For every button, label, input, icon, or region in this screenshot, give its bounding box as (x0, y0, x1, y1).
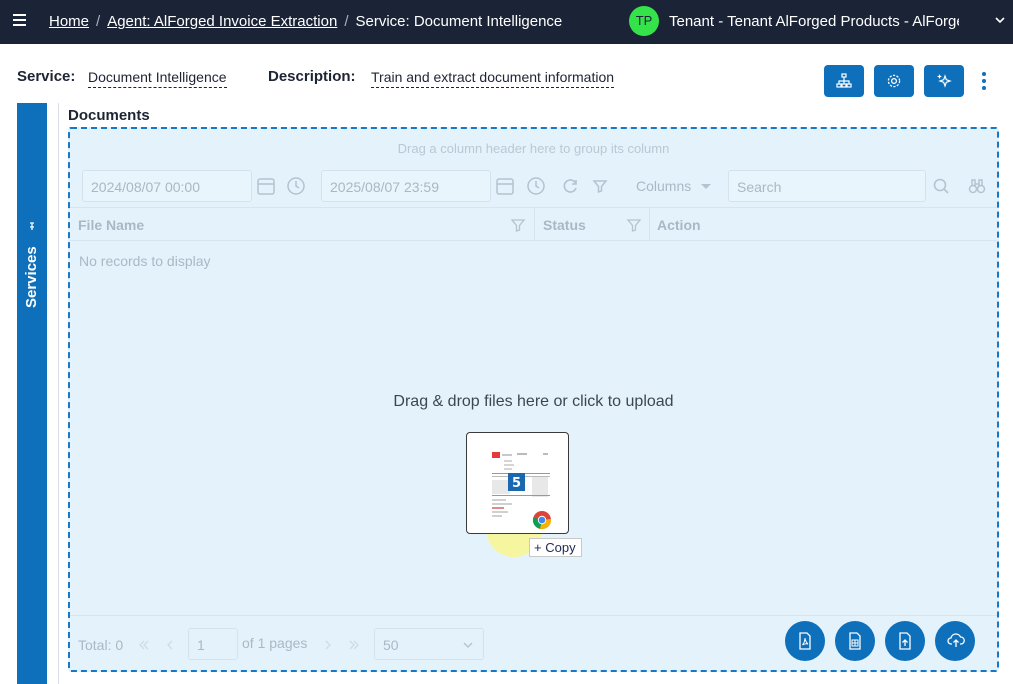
filter-icon[interactable] (510, 217, 526, 233)
clock-icon[interactable] (285, 175, 307, 197)
grid-header: File Name Status Action (70, 207, 997, 241)
columns-dropdown[interactable]: Columns (636, 178, 691, 194)
calendar-icon[interactable] (255, 175, 277, 197)
breadcrumb-agent[interactable]: Agent: AlForged Invoice Extraction (107, 13, 337, 30)
tenant-selector[interactable]: Tenant - Tenant AlForged Products - AlFo… (669, 13, 959, 30)
top-bar: Home / Agent: AlForged Invoice Extraction /… (0, 0, 1013, 44)
services-label: Services (23, 246, 40, 308)
breadcrumb-current: Service: Document Intelligence (355, 13, 563, 30)
pdf-file-icon (799, 632, 811, 650)
more-options-icon[interactable] (981, 72, 987, 92)
export-pdf-button[interactable] (785, 621, 825, 661)
avatar[interactable]: TP (629, 6, 659, 36)
page-count: of 1 pages (242, 635, 308, 651)
date-from-input[interactable]: 2024/08/07 00:00 (82, 170, 252, 202)
service-label: Service: (17, 68, 76, 85)
empty-state-text: No records to display (79, 253, 211, 269)
description-label: Description: (268, 68, 356, 85)
column-header-status[interactable]: Status (543, 217, 586, 233)
column-header-file-name[interactable]: File Name (78, 217, 144, 233)
breadcrumb: Home / Agent: AlForged Invoice Extraction /… (49, 13, 563, 30)
first-page-icon[interactable] (136, 637, 152, 653)
export-excel-button[interactable] (835, 621, 875, 661)
group-panel-hint: Drag a column header here to group its c… (397, 141, 670, 156)
pin-icon[interactable] (27, 221, 37, 231)
hierarchy-button[interactable] (824, 65, 864, 97)
services-side-panel[interactable]: Services (17, 103, 47, 684)
plus-icon: + (534, 540, 546, 555)
document-thumbnail-icon: 5 (492, 452, 552, 530)
drag-preview: 5 (466, 432, 569, 534)
file-drop-zone[interactable]: Drag a column header here to group its c… (68, 127, 999, 672)
column-divider (649, 208, 650, 241)
gear-icon (887, 74, 901, 88)
pager-divider (70, 615, 997, 616)
drop-instructions: Drag & drop files here or click to uploa… (393, 393, 674, 410)
import-file-button[interactable] (885, 621, 925, 661)
column-header-action[interactable]: Action (657, 217, 701, 233)
ai-assist-button[interactable] (924, 65, 964, 97)
clock-icon[interactable] (525, 175, 547, 197)
previous-page-icon[interactable] (162, 637, 178, 653)
cloud-upload-icon (947, 633, 965, 647)
search-icon[interactable] (930, 175, 952, 197)
copy-label: Copy (545, 540, 576, 555)
chrome-icon (532, 510, 552, 530)
date-to-input[interactable]: 2025/08/07 23:59 (321, 170, 491, 202)
chevron-down-icon[interactable] (460, 637, 476, 653)
drag-count: 5 (512, 476, 521, 491)
spreadsheet-file-icon (849, 632, 861, 650)
search-input[interactable]: Search (728, 170, 926, 202)
service-value[interactable]: Document Intelligence (88, 69, 227, 88)
last-page-icon[interactable] (346, 637, 362, 653)
cloud-upload-button[interactable] (935, 621, 975, 661)
column-divider (534, 208, 535, 241)
divider (58, 103, 59, 684)
chevron-down-icon[interactable] (994, 14, 1006, 26)
settings-button[interactable] (874, 65, 914, 97)
breadcrumb-home[interactable]: Home (49, 13, 89, 30)
page-number-input[interactable]: 1 (188, 628, 238, 660)
menu-icon[interactable] (13, 14, 26, 26)
calendar-icon[interactable] (494, 175, 516, 197)
sparkle-icon (937, 74, 952, 88)
total-count: Total: 0 (78, 637, 124, 653)
sitemap-icon (836, 73, 852, 88)
copy-tooltip: + Copy (529, 538, 582, 557)
documents-title: Documents (68, 107, 150, 124)
description-value[interactable]: Train and extract document information (371, 69, 615, 88)
file-upload-icon (899, 632, 911, 650)
next-page-icon[interactable] (320, 637, 336, 653)
chevron-down-icon[interactable] (695, 175, 717, 197)
filter-icon[interactable] (589, 175, 611, 197)
refresh-icon[interactable] (560, 175, 582, 197)
binoculars-icon[interactable] (966, 175, 988, 197)
filter-icon[interactable] (626, 217, 642, 233)
